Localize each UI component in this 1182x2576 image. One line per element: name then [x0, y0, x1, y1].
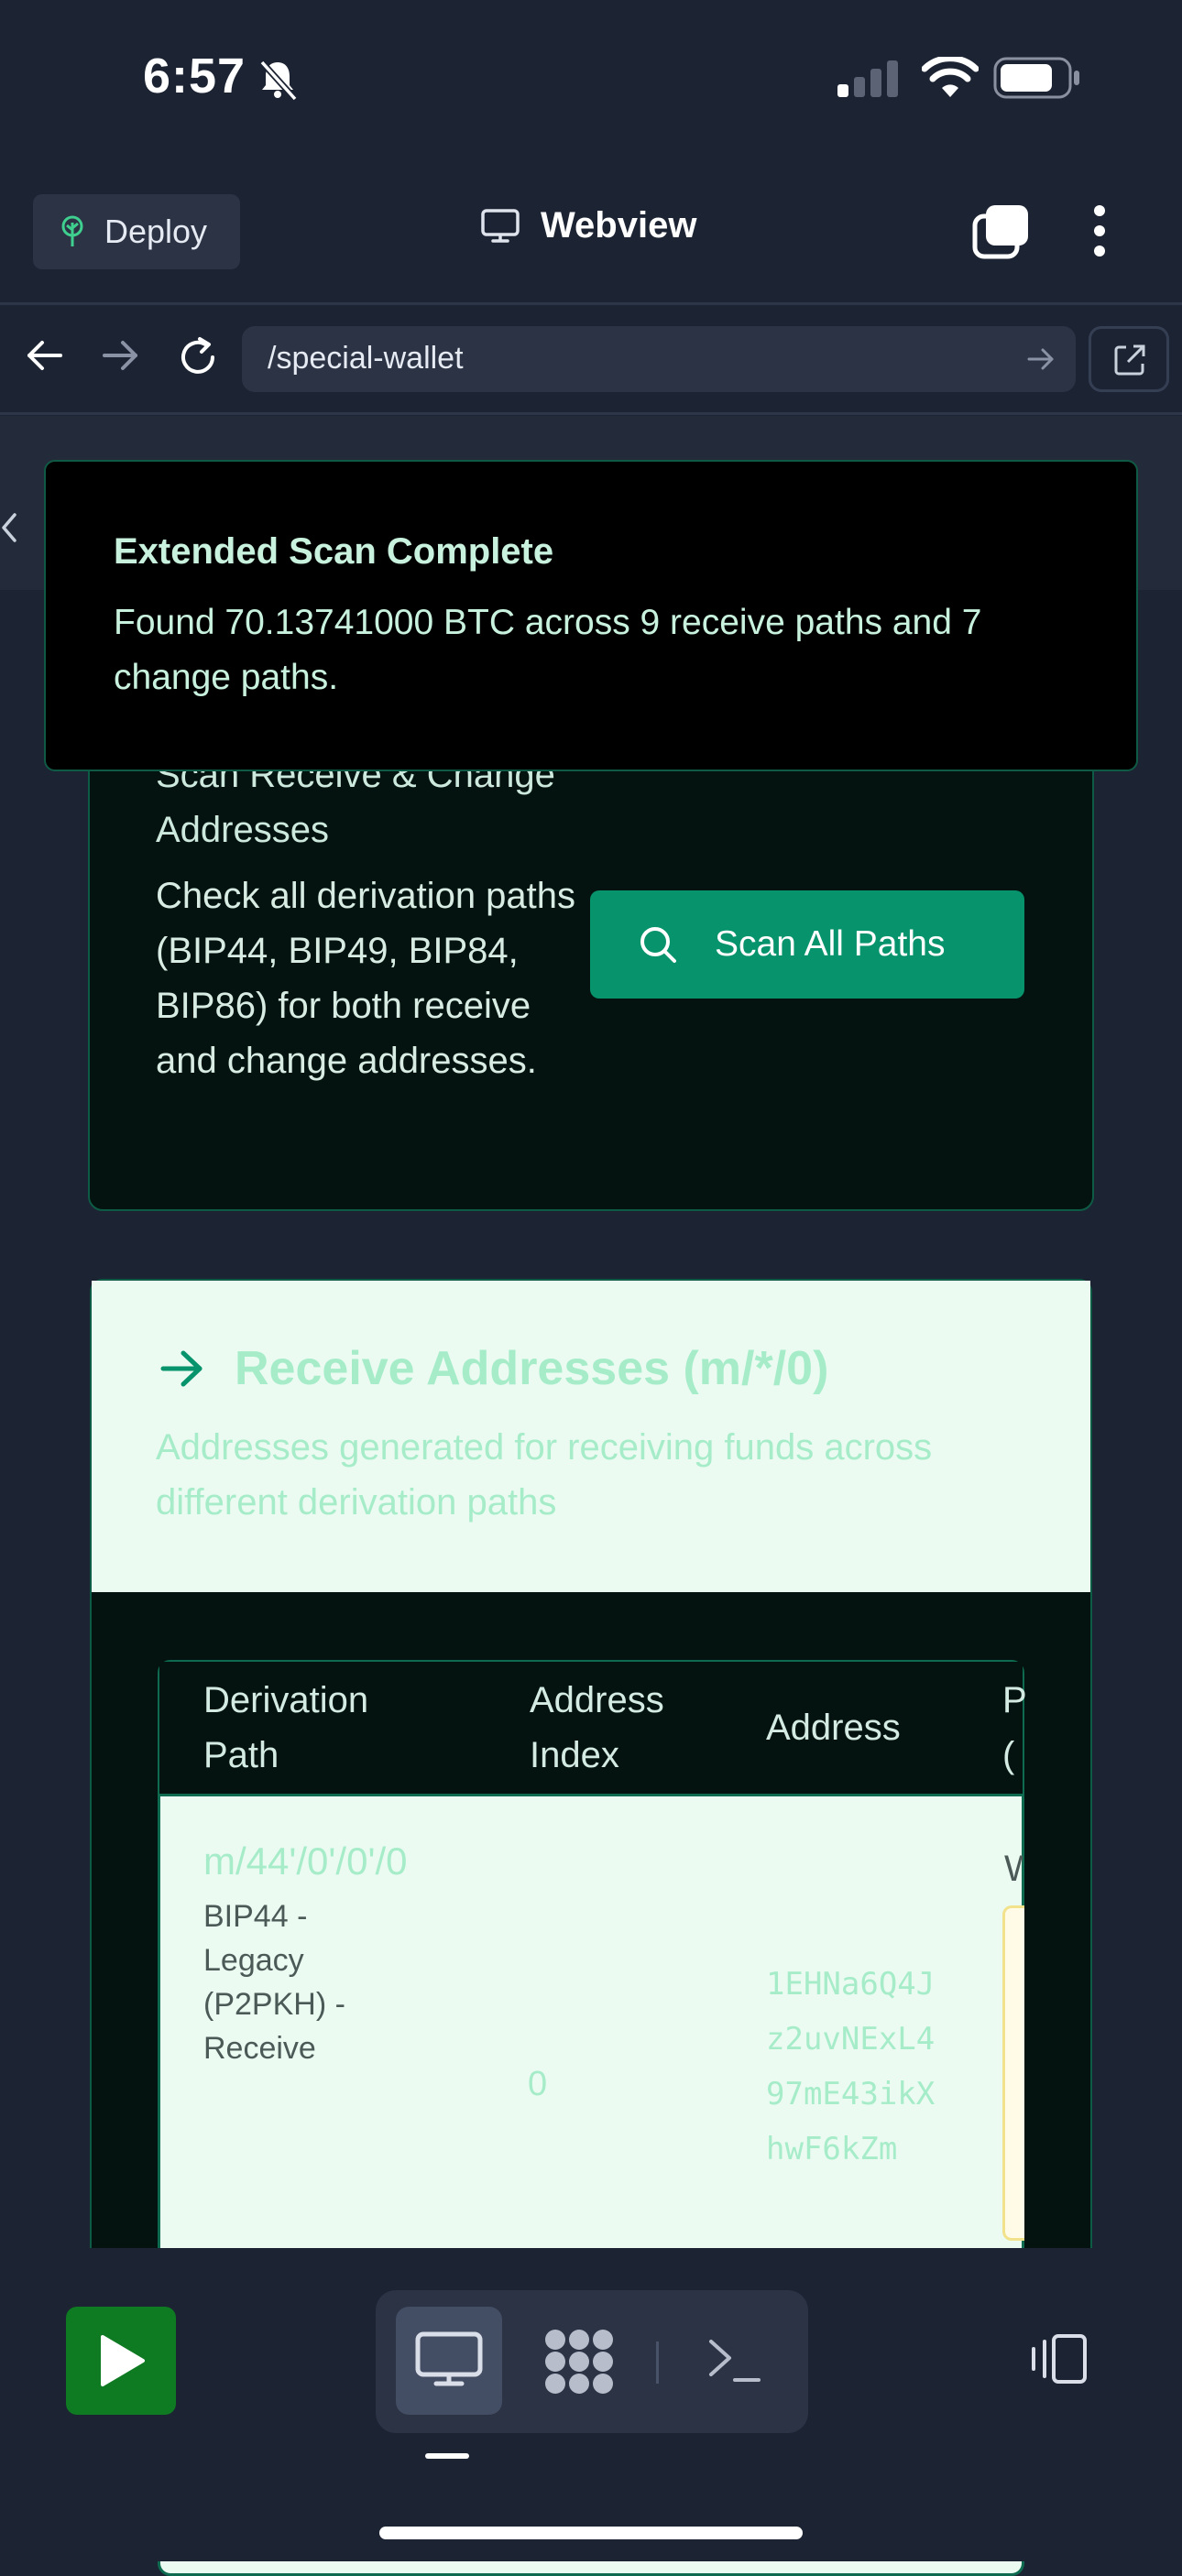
go-arrow-icon[interactable] — [1026, 346, 1056, 372]
row-truncated-cell: W — [1004, 1849, 1023, 1889]
toast-title: Extended Scan Complete — [114, 531, 554, 572]
monitor-icon — [481, 208, 520, 243]
deploy-button[interactable]: Deploy — [33, 194, 240, 269]
search-icon — [640, 927, 676, 963]
replit-grid-icon[interactable] — [542, 2327, 616, 2396]
more-options-icon[interactable] — [1087, 203, 1112, 258]
column-header-address-index[interactable]: Address Index — [530, 1673, 713, 1783]
row-address-index: 0 — [528, 2065, 548, 2103]
scan-all-paths-button[interactable]: Scan All Paths — [590, 890, 1024, 999]
deploy-tree-icon — [61, 215, 83, 246]
panel-toggle-icon[interactable] — [1026, 2330, 1092, 2387]
urlbar-divider — [0, 412, 1182, 415]
row-path-type: BIP44 - Legacy (P2PKH) - Receive — [203, 1899, 345, 2066]
toast-message: Found 70.13741000 BTC across 9 receive p… — [114, 603, 982, 697]
status-badge — [1002, 1905, 1024, 2241]
open-external-button[interactable] — [1089, 326, 1169, 392]
external-link-icon — [1114, 344, 1145, 376]
chevron-left-icon[interactable] — [0, 509, 18, 546]
battery-icon — [993, 57, 1079, 99]
status-time: 6:57 — [143, 49, 246, 104]
reload-icon[interactable] — [176, 335, 220, 379]
receive-card-title: Receive Addresses (m/*/0) — [235, 1342, 829, 1395]
arrow-right-icon — [160, 1350, 202, 1387]
column-header-derivation-path[interactable]: Derivation Path — [203, 1673, 442, 1783]
column-header-address[interactable]: Address — [766, 1700, 901, 1755]
switcher-separator — [656, 2341, 659, 2384]
play-icon — [101, 2335, 145, 2386]
forward-arrow-icon[interactable] — [101, 339, 141, 372]
toolbar-divider — [0, 302, 1182, 305]
terminal-icon[interactable] — [706, 2334, 764, 2385]
webview-label: Webview — [541, 205, 697, 246]
silent-bell-icon — [259, 60, 298, 102]
home-indicator[interactable] — [379, 2527, 803, 2539]
deploy-label: Deploy — [104, 213, 208, 250]
scan-button-label: Scan All Paths — [715, 924, 946, 964]
monitor-icon — [415, 2331, 483, 2386]
scan-card-description: Check all derivation paths (BIP44, BIP49… — [156, 876, 576, 1081]
receive-card-subtitle: Addresses generated for receiving funds … — [156, 1427, 933, 1523]
cell-signal-icon — [837, 60, 898, 97]
run-button[interactable] — [66, 2307, 176, 2415]
webview-title[interactable]: Webview — [480, 205, 696, 246]
column-header-truncated[interactable]: P ( — [1002, 1673, 1030, 1783]
wifi-icon — [922, 57, 979, 97]
row-address[interactable]: 1EHNa6Q4Jz2uvNExL497mE43ikXhwF6kZm — [766, 1957, 949, 2177]
tabs-icon[interactable] — [971, 203, 1032, 260]
url-text: /special-wallet — [268, 341, 464, 376]
back-arrow-icon[interactable] — [24, 339, 64, 372]
active-tab-indicator — [425, 2453, 469, 2459]
row-derivation-path: m/44'/0'/0'/0 — [203, 1839, 408, 1883]
